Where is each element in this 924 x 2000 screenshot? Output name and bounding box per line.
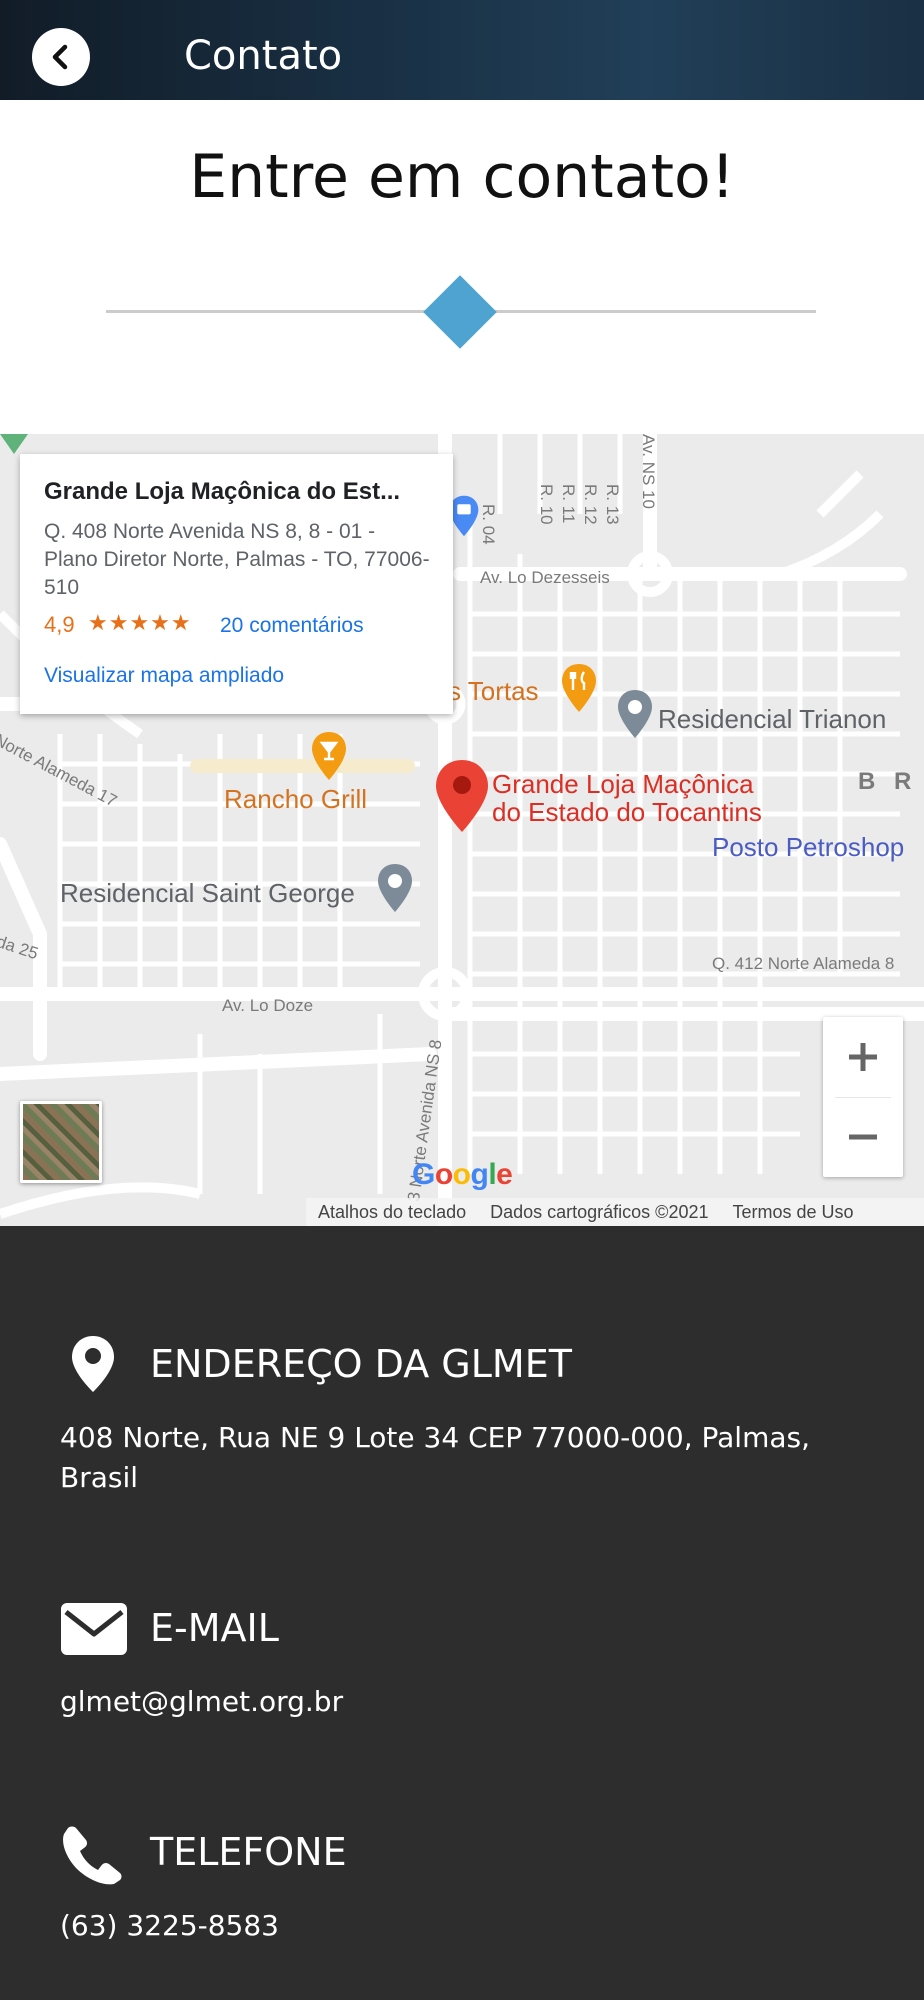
map-label-q412: Q. 412 Norte Alameda 8 [712, 954, 895, 973]
map-label-loja-line2[interactable]: do Estado do Tocantins [492, 798, 762, 826]
location-marker-icon[interactable] [434, 758, 490, 834]
app-header: Contato [0, 0, 924, 100]
map-label-tortas[interactable]: s Tortas [448, 676, 539, 707]
map-label-residencial-trianon[interactable]: Residencial Trianon [658, 704, 886, 735]
google-logo-letter: o [452, 1158, 471, 1191]
embedded-map[interactable]: s Tortas Residencial Trianon Rancho Gril… [0, 434, 924, 1226]
chevron-left-icon [52, 44, 68, 70]
map-label-residencial-saint-george[interactable]: Residencial Saint George [60, 878, 355, 909]
view-larger-map-link[interactable]: Visualizar mapa ampliado [44, 664, 284, 688]
map-label-av-lo-doze: Av. Lo Doze [222, 996, 314, 1015]
address-heading: ENDEREÇO DA GLMET [150, 1342, 572, 1386]
contact-info-section: ENDEREÇO DA GLMET 408 Norte, Rua NE 9 Lo… [0, 1236, 924, 2000]
google-logo-letter: g [470, 1158, 489, 1191]
map-label-r10: R. 10 [537, 484, 556, 525]
phone-heading: TELEFONE [150, 1830, 347, 1874]
header-title: Contato [184, 33, 343, 79]
residential-pin-icon[interactable] [616, 688, 654, 740]
map-label-av-ns10: Av. NS 10 [639, 434, 658, 509]
google-logo-letter: l [488, 1158, 497, 1191]
google-logo-letter: o [434, 1158, 453, 1191]
map-label-r11: R. 11 [559, 484, 578, 524]
envelope-icon [61, 1603, 127, 1655]
email-value[interactable]: glmet@glmet.org.br [60, 1682, 880, 1722]
place-info-card: Grande Loja Maçônica do Est... Q. 408 No… [20, 454, 453, 714]
map-label-loja-line1[interactable]: Grande Loja Maçônica [492, 770, 754, 798]
zoom-out-button[interactable] [823, 1097, 903, 1177]
map-label-posto-petroshop[interactable]: Posto Petroshop [712, 832, 904, 863]
plus-icon [849, 1043, 877, 1071]
hero-section: Entre em contato! [0, 100, 924, 434]
zoom-controls [823, 1017, 903, 1177]
food-pin-icon[interactable] [560, 662, 598, 714]
zoom-in-button[interactable] [823, 1017, 903, 1097]
map-label-brev: B R E [858, 768, 924, 795]
google-logo-letter: e [496, 1158, 513, 1191]
restaurant-pin-icon[interactable] [310, 730, 348, 782]
location-pin-icon [72, 1336, 114, 1392]
satellite-view-toggle[interactable] [20, 1101, 102, 1183]
map-label-av-lo-dezesseis: Av. Lo Dezesseis [480, 568, 610, 587]
place-rating: 4,9 [44, 612, 75, 637]
divider-diamond [423, 275, 497, 349]
map-label-r12: R. 12 [581, 484, 600, 525]
address-value: 408 Norte, Rua NE 9 Lote 34 CEP 77000-00… [60, 1421, 810, 1494]
map-label-r13: R. 13 [603, 484, 622, 525]
map-attribution: Atalhos do teclado Dados cartográficos ©… [306, 1198, 924, 1226]
map-label-r04: R. 04 [479, 504, 498, 545]
google-logo: Google [412, 1158, 513, 1192]
place-name: Grande Loja Maçônica do Est... [44, 478, 401, 505]
back-button[interactable] [32, 28, 90, 86]
google-logo-letter: G [412, 1158, 435, 1191]
terms-of-use-link[interactable]: Termos de Uso [733, 1202, 854, 1223]
page-title: Entre em contato! [189, 142, 735, 212]
contact-screen: Contato Entre em contato! s Tortas Resid… [0, 0, 924, 2000]
map-data-text: Dados cartográficos ©2021 [490, 1201, 709, 1222]
residential-pin-icon[interactable] [376, 862, 414, 914]
email-heading: E-MAIL [150, 1606, 279, 1650]
map-label-rancho-grill[interactable]: Rancho Grill [224, 784, 367, 815]
rating-stars-icon: ★★★★★ [88, 610, 192, 635]
reviews-link[interactable]: 20 comentários [220, 614, 364, 638]
minus-icon [849, 1134, 877, 1140]
keyboard-shortcuts-link[interactable]: Atalhos do teclado [318, 1202, 466, 1223]
phone-icon [63, 1826, 122, 1885]
place-address: Q. 408 Norte Avenida NS 8, 8 - 01 - Plan… [44, 520, 430, 599]
phone-value[interactable]: (63) 3225-8583 [60, 1906, 880, 1946]
